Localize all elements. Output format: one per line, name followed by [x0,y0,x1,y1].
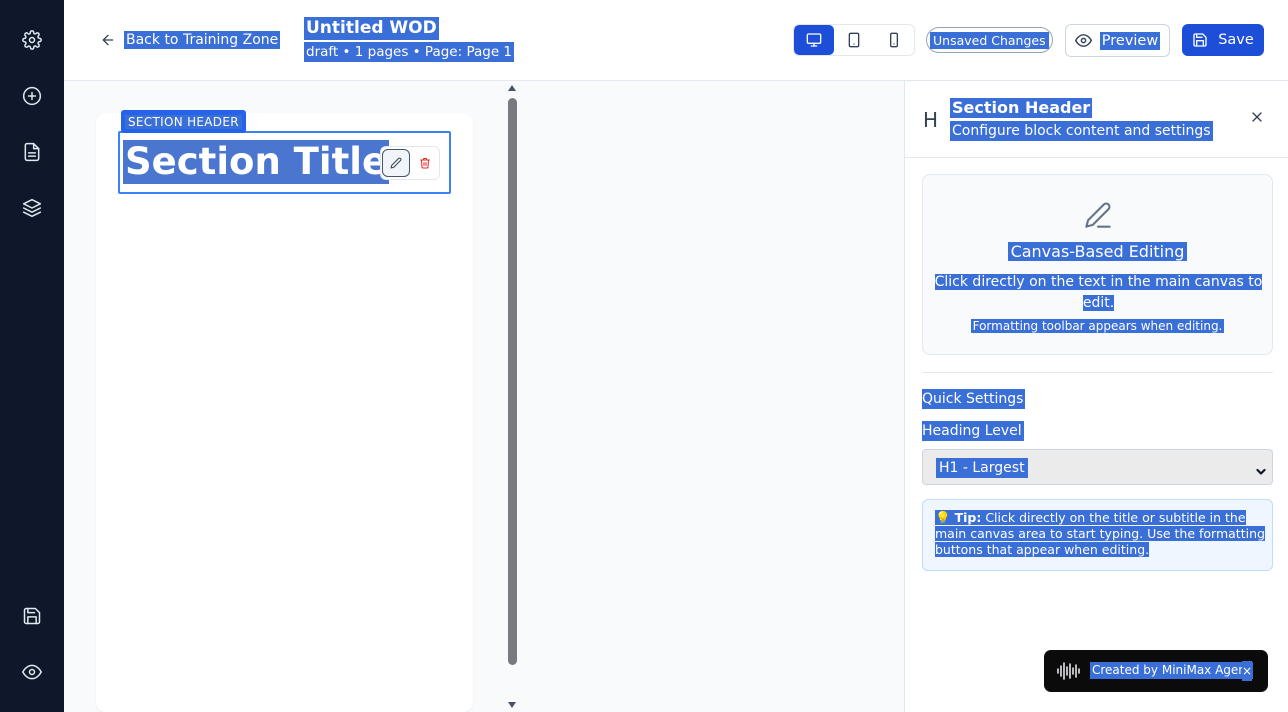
lightbulb-icon: 💡 [935,510,951,525]
back-label: Back to Training Zone [124,31,281,49]
block-type-tag: SECTION HEADER [121,110,246,133]
card-title: Canvas-Based Editing [1007,242,1188,261]
tip-text: 💡 Tip: Click directly on the title or su… [935,510,1265,558]
desktop-icon [806,33,822,47]
edit-block-button[interactable] [381,149,410,177]
delete-block-button[interactable] [411,149,439,177]
divider [922,372,1273,373]
panel-title: Section Header [950,98,1093,118]
settings-button[interactable] [20,28,44,52]
section-title-text[interactable]: Section Title [123,140,390,184]
canvas-page[interactable] [96,113,473,712]
toast-close-button[interactable]: × [1242,661,1252,681]
document-icon [24,142,40,162]
canvas-editing-card: Canvas-Based Editing Click directly on t… [922,174,1273,355]
save-label: Save [1218,32,1254,48]
heading-level-select[interactable]: H1 - Largest [922,449,1273,485]
tablet-view-button[interactable] [834,25,874,55]
scroll-up-arrow[interactable] [508,85,516,91]
block-actions [380,146,440,180]
sidebar-rail [0,0,64,712]
trash-icon [419,158,430,169]
minimax-toast: Created by MiniMax Agent × [1044,650,1268,692]
tip-body: Click directly on the title or subtitle … [935,510,1265,557]
gear-icon [22,30,42,50]
card-body: Click directly on the text in the main c… [934,274,1263,311]
back-link[interactable]: Back to Training Zone [100,29,281,51]
pages-button[interactable] [20,140,44,164]
document-title[interactable]: Untitled WOD [304,17,439,40]
plus-circle-icon [22,86,42,106]
scroll-down-arrow[interactable] [508,702,516,708]
properties-panel: H Section Header Configure block content… [904,81,1288,712]
top-bar: Back to Training Zone Untitled WOD draft… [64,0,1288,81]
rail-preview-button[interactable] [20,660,44,684]
document-meta: draft • 1 pages • Page: Page 1 [304,42,515,62]
chevron-down-icon [1256,462,1266,475]
document-info: Untitled WOD draft • 1 pages • Page: Pag… [304,17,515,62]
mobile-icon [890,32,898,48]
preview-label: Preview [1099,31,1161,50]
heading-level-label: Heading Level [922,421,1024,441]
eye-icon [1074,34,1092,47]
canvas-scrollbar[interactable] [505,85,520,708]
close-icon [1252,112,1262,122]
scroll-thumb[interactable] [508,98,517,665]
toast-message: Created by MiniMax Agent [1090,662,1253,679]
pen-icon-wrapper [1084,201,1112,229]
save-icon [1193,33,1207,47]
tablet-icon [848,32,860,48]
arrow-left-icon [102,34,114,46]
add-block-button[interactable] [20,84,44,108]
save-icon [23,607,41,625]
tip-label: Tip: [954,510,982,525]
quick-settings-heading: Quick Settings [922,389,1026,409]
close-panel-button[interactable] [1249,109,1265,125]
panel-header: H Section Header Configure block content… [905,81,1288,158]
rail-save-button[interactable] [20,604,44,628]
heading-level-value: H1 - Largest [936,458,1028,478]
preview-button[interactable]: Preview [1065,24,1170,57]
pencil-icon [390,157,401,169]
eye-icon [22,664,42,680]
unsaved-badge: Unsaved Changes [926,27,1053,53]
card-note: Formatting toolbar appears when editing. [970,319,1225,333]
pen-icon [1085,202,1111,228]
save-button[interactable]: Save [1182,24,1264,56]
mobile-view-button[interactable] [874,25,914,55]
block-type-label: SECTION HEADER [125,114,242,129]
waveform-icon [1056,661,1082,681]
tip-box: 💡 Tip: Click directly on the title or su… [922,499,1273,571]
layers-icon [22,198,42,218]
layers-button[interactable] [20,196,44,220]
device-toggle [793,24,915,56]
unsaved-label: Unsaved Changes [930,31,1049,49]
heading-icon: H [923,108,939,132]
desktop-view-button[interactable] [794,25,834,55]
panel-subtitle: Configure block content and settings [950,121,1213,141]
